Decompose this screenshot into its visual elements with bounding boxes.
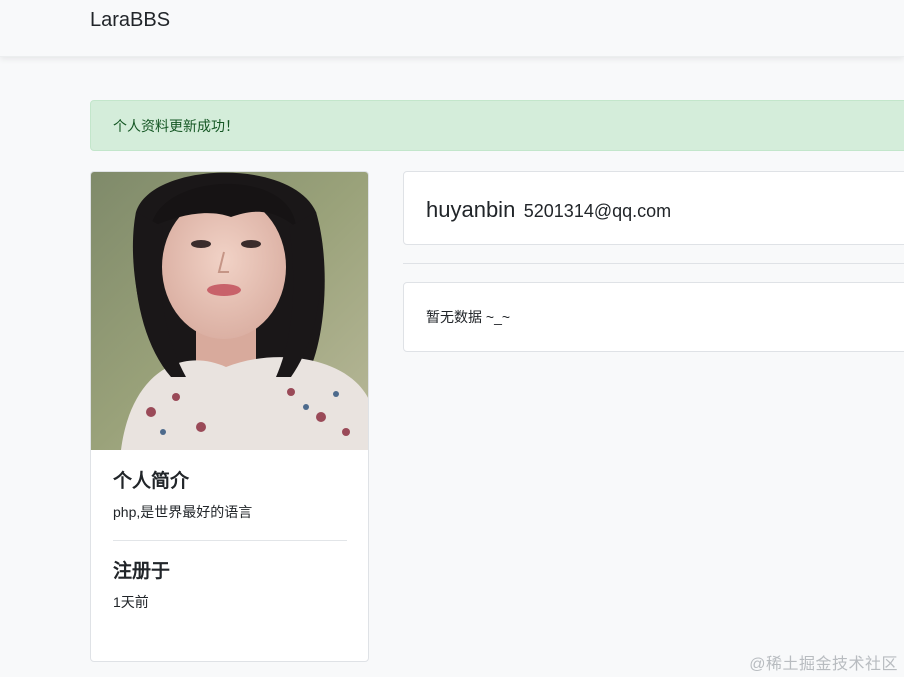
- brand-link[interactable]: LaraBBS: [90, 8, 170, 32]
- profile-card-body: 个人简介 php,是世界最好的语言 注册于 1天前: [113, 470, 347, 611]
- username: huyanbin: [426, 197, 516, 222]
- intro-text: php,是世界最好的语言: [113, 504, 253, 520]
- registered-title: 注册于: [113, 561, 171, 582]
- intro-title: 个人简介: [113, 471, 190, 492]
- registered-text: 1天前: [113, 594, 149, 610]
- watermark: @稀土掘金技术社区: [749, 656, 898, 673]
- empty-text: 暂无数据 ~_~: [426, 309, 511, 325]
- user-header-card: huyanbin 5201314@qq.com: [403, 171, 904, 245]
- top-navbar: LaraBBS: [0, 0, 904, 57]
- avatar: [91, 172, 368, 450]
- divider: [113, 540, 347, 541]
- success-alert: 个人资料更新成功！: [90, 100, 904, 151]
- content-divider: [403, 263, 904, 264]
- alert-message: 个人资料更新成功！: [113, 118, 239, 134]
- empty-content-card: 暂无数据 ~_~: [403, 282, 904, 352]
- profile-card: 个人简介 php,是世界最好的语言 注册于 1天前: [90, 171, 369, 662]
- user-email: 5201314@qq.com: [523, 201, 672, 221]
